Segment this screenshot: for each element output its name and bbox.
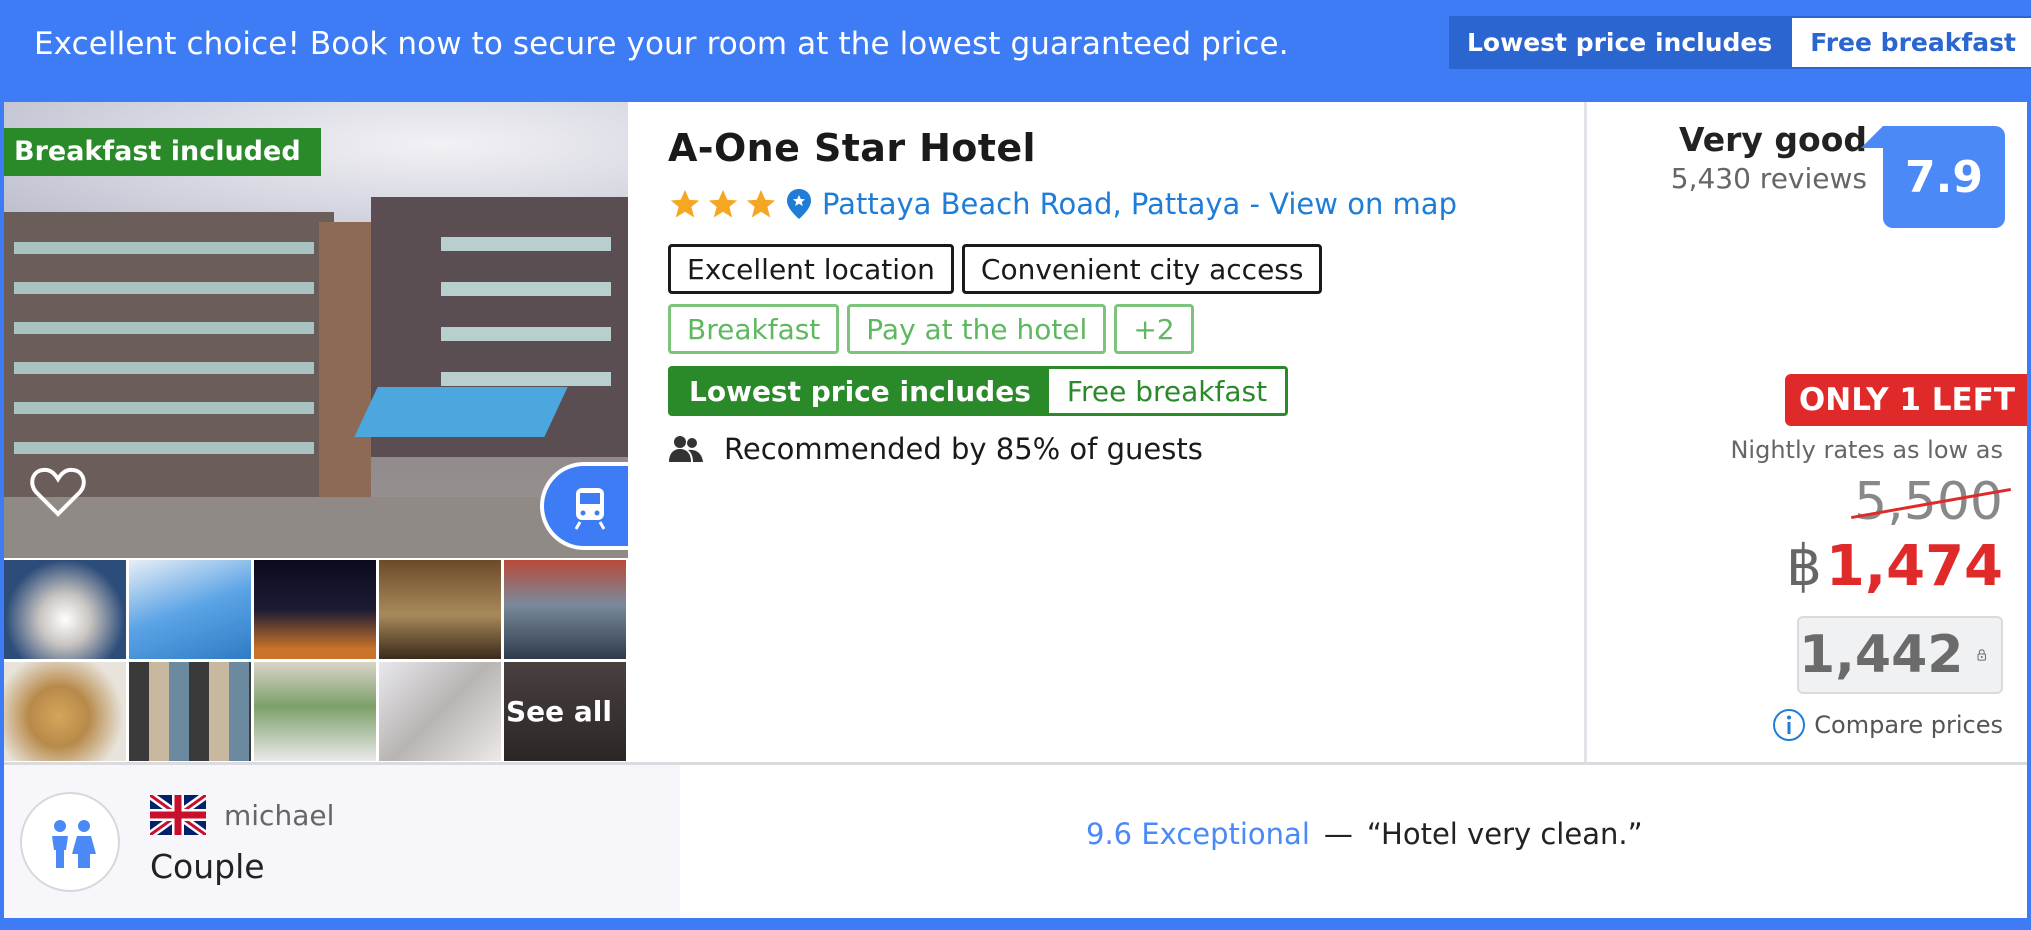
highlight-tag: Convenient city access [961,244,1323,294]
banner-badge: Lowest price includes Free breakfast [1449,16,2031,69]
hotel-info: A-One Star Hotel Pattaya Beach Road, Pat… [664,102,1584,762]
promo-banner: Excellent choice! Book now to secure you… [0,0,2031,100]
star-icon [708,189,738,218]
thumbnail[interactable] [504,560,626,659]
compare-prices[interactable]: Compare prices [1772,708,2003,742]
thumbnail[interactable] [379,560,501,659]
amenity-tag: Pay at the hotel [847,304,1107,354]
amenity-tags: Breakfast Pay at the hotel +2 [668,304,1202,354]
promo-label: Lowest price includes [671,369,1049,413]
currency-symbol: ฿ [1786,534,1822,599]
compare-prices-label[interactable]: Compare prices [1814,711,2003,739]
guests-icon [669,436,703,462]
info-icon [1773,709,1806,741]
see-all-thumbnail[interactable]: See all [504,662,626,761]
review-score-label: Very good [1679,120,1867,159]
thumbnail[interactable] [379,662,501,761]
thumbnail[interactable] [129,662,251,761]
thumbnail[interactable] [4,560,126,659]
location-link[interactable]: Pattaya Beach Road, Pattaya - View on ma… [822,187,1457,221]
review-count[interactable]: 5,430 reviews [1671,162,1867,195]
nightly-rate-label: Nightly rates as low as [1730,436,2003,464]
heart-icon[interactable] [28,462,88,522]
review-snippet[interactable]: michael Couple 9.6 Exceptional — “Hotel … [4,765,2027,918]
see-all-link[interactable]: See all [506,695,612,728]
rating-location-row: Pattaya Beach Road, Pattaya - View on ma… [668,184,1457,224]
recommendation-text: Recommended by 85% of guests [724,432,1203,466]
thumbnail[interactable] [4,662,126,761]
banner-message: Excellent choice! Book now to secure you… [34,26,1289,62]
transit-button[interactable] [540,462,628,550]
current-price: ฿1,474 [1786,534,2003,599]
thumbnail[interactable] [254,560,376,659]
availability-badge: ONLY 1 LEFT [1784,374,2027,426]
member-price-box[interactable]: 1,442 [1797,616,2003,694]
member-price-value: 1,442 [1799,625,1964,685]
amenity-tag: Breakfast [668,304,840,354]
hotel-main-photo[interactable]: Breakfast included [4,102,628,558]
review-text: 9.6 Exceptional — “Hotel very clean.” [1086,817,1643,851]
hotel-card[interactable]: Breakfast included See all A-One Star Ho… [4,102,2027,762]
review-score-text: 9.6 Exceptional [1086,817,1310,851]
review-quote: “Hotel very clean.” [1366,817,1643,851]
hotel-name[interactable]: A-One Star Hotel [668,126,1036,170]
couple-icon [52,820,96,868]
lock-icon [1977,649,1987,661]
reviewer-name: michael [224,799,335,832]
star-icon [746,189,776,218]
highlight-tags: Excellent location Convenient city acces… [668,244,1330,294]
promo-badge: Lowest price includes Free breakfast [668,366,1289,416]
thumbnail[interactable] [254,662,376,761]
price-column: Very good 5,430 reviews 7.9 ONLY 1 LEFT … [1587,102,2027,762]
original-price: 5,500 [1851,472,2012,532]
amenity-more-tag[interactable]: +2 [1114,304,1194,354]
breakfast-included-badge: Breakfast included [4,128,321,176]
recommendation: Recommended by 85% of guests [668,432,1203,466]
current-price-value: 1,474 [1825,534,2003,599]
uk-flag-icon [150,795,206,835]
train-icon [574,488,606,530]
avatar [20,792,120,892]
banner-badge-label: Lowest price includes [1449,16,1791,69]
review-score-badge: 7.9 [1861,126,2005,228]
highlight-tag: Excellent location [668,244,954,294]
traveler-type: Couple [150,847,265,886]
thumbnail[interactable] [129,560,251,659]
promo-row: Lowest price includes Free breakfast [668,366,1289,416]
review-separator: — [1323,817,1353,851]
promo-value: Free breakfast [1048,369,1286,413]
banner-badge-value: Free breakfast [1790,16,2031,69]
star-icon [670,189,700,218]
reviewer-panel: michael Couple [4,765,680,918]
photo-thumbnails: See all [4,560,628,762]
map-pin-icon [787,189,811,219]
